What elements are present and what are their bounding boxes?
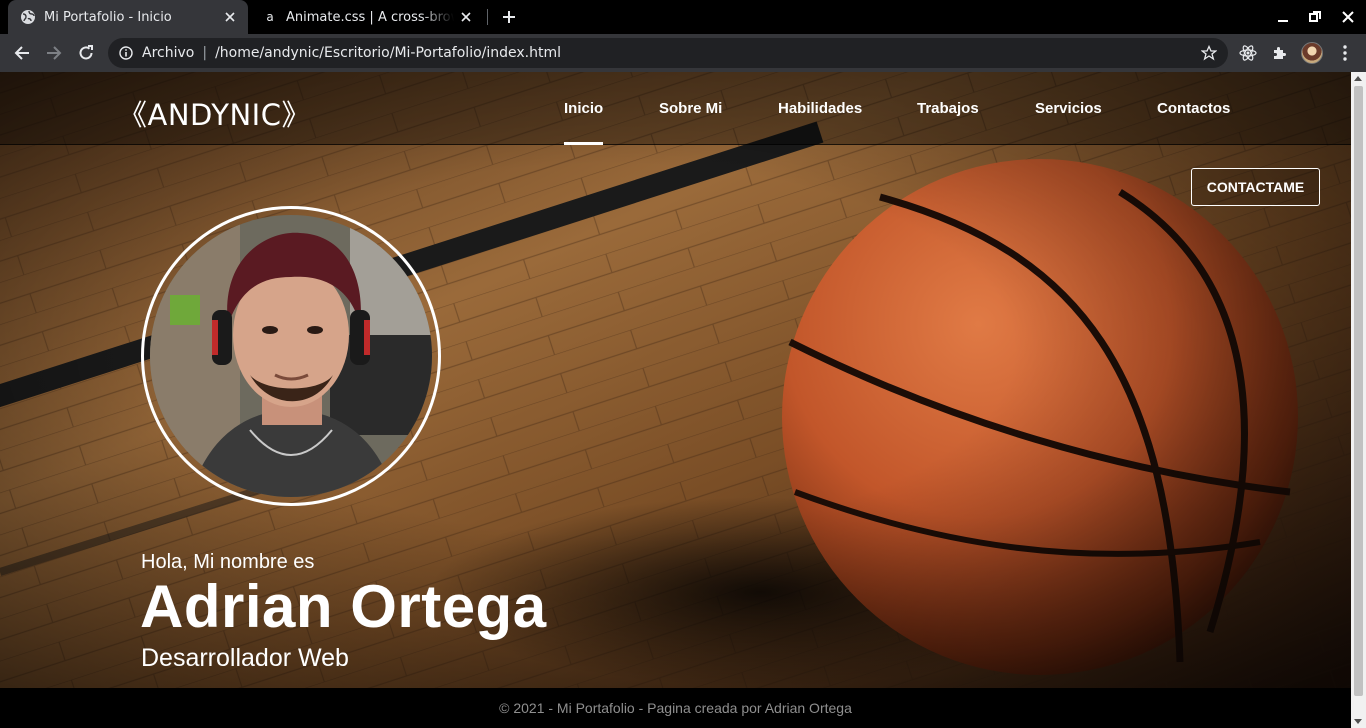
globe-icon <box>20 9 36 25</box>
react-devtools-icon[interactable] <box>1237 42 1259 64</box>
extensions-puzzle-icon[interactable] <box>1269 42 1291 64</box>
menu-kebab-icon[interactable] <box>1334 42 1356 64</box>
new-tab-icon[interactable] <box>497 5 521 29</box>
minimize-icon[interactable] <box>1271 5 1295 29</box>
page-viewport: 《ANDYNIC》 Inicio Sobre Mi Habilidades Tr… <box>0 72 1351 728</box>
site-logo[interactable]: 《ANDYNIC》 <box>118 92 311 134</box>
profile-avatar-icon[interactable] <box>1301 42 1323 64</box>
tab-mi-portafolio[interactable]: Mi Portafolio - Inicio <box>8 0 248 34</box>
browser-tab-strip: Mi Portafolio - Inicio a Animate.css | A… <box>0 0 1366 34</box>
tab-animate-css[interactable]: a Animate.css | A cross-browser library … <box>252 0 484 34</box>
profile-portrait-image <box>150 215 432 497</box>
close-tab-icon[interactable] <box>218 5 242 29</box>
scroll-up-arrow-icon[interactable] <box>1354 76 1362 81</box>
nav-inicio[interactable]: Inicio <box>564 100 603 117</box>
nav-contactos[interactable]: Contactos <box>1157 100 1230 117</box>
nav-sobre-mi[interactable]: Sobre Mi <box>659 100 722 117</box>
hero-name: Adrian Ortega <box>140 573 547 640</box>
hero-role: Desarrollador Web <box>141 644 349 672</box>
tab-title: Animate.css | A cross-browser library of… <box>286 9 454 25</box>
profile-photo <box>150 215 432 497</box>
page-scrollbar[interactable] <box>1351 72 1366 728</box>
back-arrow-icon[interactable] <box>8 39 36 67</box>
info-icon[interactable] <box>118 45 134 61</box>
footer-text: © 2021 - Mi Portafolio - Pagina creada p… <box>499 700 852 716</box>
close-tab-icon[interactable] <box>454 5 478 29</box>
forward-arrow-icon[interactable] <box>40 39 68 67</box>
scroll-down-arrow-icon[interactable] <box>1354 719 1362 724</box>
scrollbar-thumb[interactable] <box>1354 86 1363 696</box>
scheme-label: Archivo <box>142 45 195 61</box>
nav-trabajos[interactable]: Trabajos <box>917 100 979 117</box>
bookmark-star-icon[interactable] <box>1200 44 1218 62</box>
url-text[interactable]: /home/andynic/Escritorio/Mi-Portafolio/i… <box>215 45 561 61</box>
contact-me-button[interactable]: CONTACTAME <box>1191 168 1320 206</box>
tab-separator <box>487 9 488 25</box>
nav-servicios[interactable]: Servicios <box>1035 100 1102 117</box>
tab-title: Mi Portafolio - Inicio <box>44 9 172 25</box>
tab-favicon-letter: a <box>266 10 274 24</box>
close-window-icon[interactable] <box>1336 5 1360 29</box>
hero-greeting: Hola, Mi nombre es <box>141 551 315 573</box>
active-nav-indicator <box>564 142 603 145</box>
reload-icon[interactable] <box>72 39 100 67</box>
site-header: 《ANDYNIC》 Inicio Sobre Mi Habilidades Tr… <box>0 72 1351 145</box>
restore-icon[interactable] <box>1303 5 1327 29</box>
address-bar[interactable]: Archivo | /home/andynic/Escritorio/Mi-Po… <box>108 38 1228 68</box>
address-divider: | <box>202 45 208 61</box>
site-footer: © 2021 - Mi Portafolio - Pagina creada p… <box>0 688 1351 728</box>
nav-habilidades[interactable]: Habilidades <box>778 100 862 117</box>
browser-toolbar: Archivo | /home/andynic/Escritorio/Mi-Po… <box>0 34 1366 72</box>
